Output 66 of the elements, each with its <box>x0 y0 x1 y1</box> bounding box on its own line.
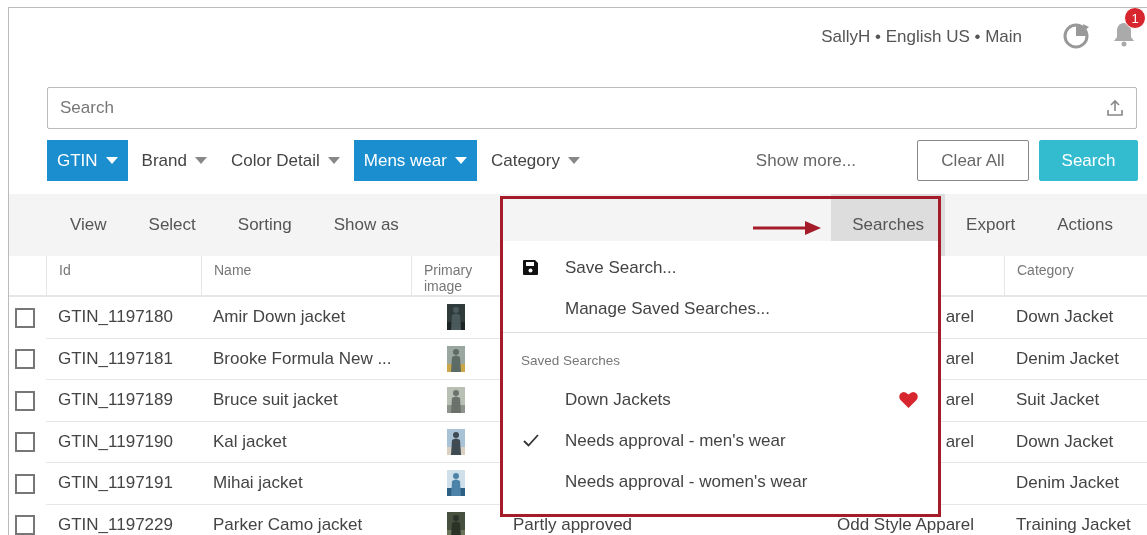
column-header[interactable]: Id <box>59 262 71 278</box>
filter-dropdown[interactable]: Brand <box>131 140 217 181</box>
checkbox[interactable] <box>15 515 35 535</box>
table-cell: GTIN_1197180 <box>58 307 173 328</box>
section-heading: Saved Searches <box>520 352 622 370</box>
table-cell: Training Jacket <box>1016 514 1131 535</box>
search-field[interactable]: Search <box>47 87 1137 129</box>
column-header[interactable]: Name <box>214 262 252 278</box>
heart-icon[interactable] <box>899 391 918 408</box>
filter-dropdown[interactable]: Category <box>480 140 590 181</box>
notification-badge: 1 <box>1124 8 1146 29</box>
table-cell: arel <box>945 348 974 369</box>
table-cell: arel <box>945 390 974 411</box>
table-cell: Odd Style Apparel <box>836 514 974 535</box>
table-cell: Amir Down jacket <box>213 307 346 328</box>
table-cell: Bruce suit jacket <box>213 390 338 411</box>
table-cell: GTIN_1197189 <box>58 390 173 411</box>
table-cell: Denim Jacket <box>1016 473 1119 494</box>
table-cell: GTIN_1197190 <box>58 431 173 452</box>
table-cell: Brooke Formula New ... <box>213 348 392 369</box>
table-cell: GTIN_1197229 <box>58 514 173 535</box>
checkbox[interactable] <box>15 432 35 453</box>
column-header[interactable]: Primary image <box>424 262 501 294</box>
table-cell: Parker Camo jacket <box>213 514 363 535</box>
menu-item[interactable]: Manage Saved Searches... <box>503 288 938 329</box>
caret-icon <box>567 157 580 164</box>
checkbox[interactable] <box>15 473 35 494</box>
arrow <box>753 221 821 235</box>
toolbar-tab[interactable]: View <box>49 194 128 256</box>
caret-icon <box>195 157 207 164</box>
menu-item[interactable]: Down Jackets <box>503 379 938 420</box>
filter-dropdown[interactable]: Color Detail <box>221 140 350 181</box>
menu-item[interactable]: Needs approval - women's wear <box>503 461 938 502</box>
user-info: SallyH • English US • Main <box>821 26 1022 47</box>
show-more-link[interactable]: Show more... <box>755 150 856 171</box>
table-cell: arel <box>945 307 974 328</box>
caret-icon <box>454 157 467 164</box>
upload-icon[interactable] <box>1106 99 1124 117</box>
table-cell: GTIN_1197191 <box>58 473 173 494</box>
bell-icon[interactable] <box>1112 21 1136 47</box>
table-cell: Kal jacket <box>213 431 287 452</box>
filter-dropdown[interactable]: Mens wear <box>353 140 477 181</box>
caret-icon <box>327 157 340 164</box>
clear-all-button[interactable]: Clear All <box>917 140 1029 181</box>
table-cell: Suit Jacket <box>1016 390 1100 411</box>
table-cell: arel <box>945 431 974 452</box>
save-icon <box>523 260 538 275</box>
filter-dropdown[interactable]: GTIN <box>47 140 128 181</box>
caret-icon <box>105 157 118 164</box>
table-cell: Down Jacket <box>1016 431 1114 452</box>
table-cell: GTIN_1197181 <box>58 348 173 369</box>
column-header[interactable]: Category <box>1017 262 1074 278</box>
table-cell: Partly approved <box>513 514 633 535</box>
table-cell: Mihai jacket <box>213 473 303 494</box>
toolbar-tab[interactable]: Actions <box>1036 194 1134 256</box>
checkbox[interactable] <box>15 349 35 370</box>
history-icon[interactable] <box>1062 22 1090 50</box>
table-cell: Down Jacket <box>1016 307 1114 328</box>
toolbar-tab[interactable]: Select <box>127 194 217 256</box>
menu-item[interactable]: Needs approval - men's wear <box>503 420 938 461</box>
checkbox[interactable] <box>15 390 35 411</box>
table-cell: Denim Jacket <box>1016 348 1119 369</box>
toolbar-tab[interactable]: Sorting <box>216 194 313 256</box>
toolbar-tab[interactable]: Show as <box>312 194 420 256</box>
checkbox[interactable] <box>15 307 35 328</box>
toolbar-tab[interactable]: Export <box>945 194 1037 256</box>
